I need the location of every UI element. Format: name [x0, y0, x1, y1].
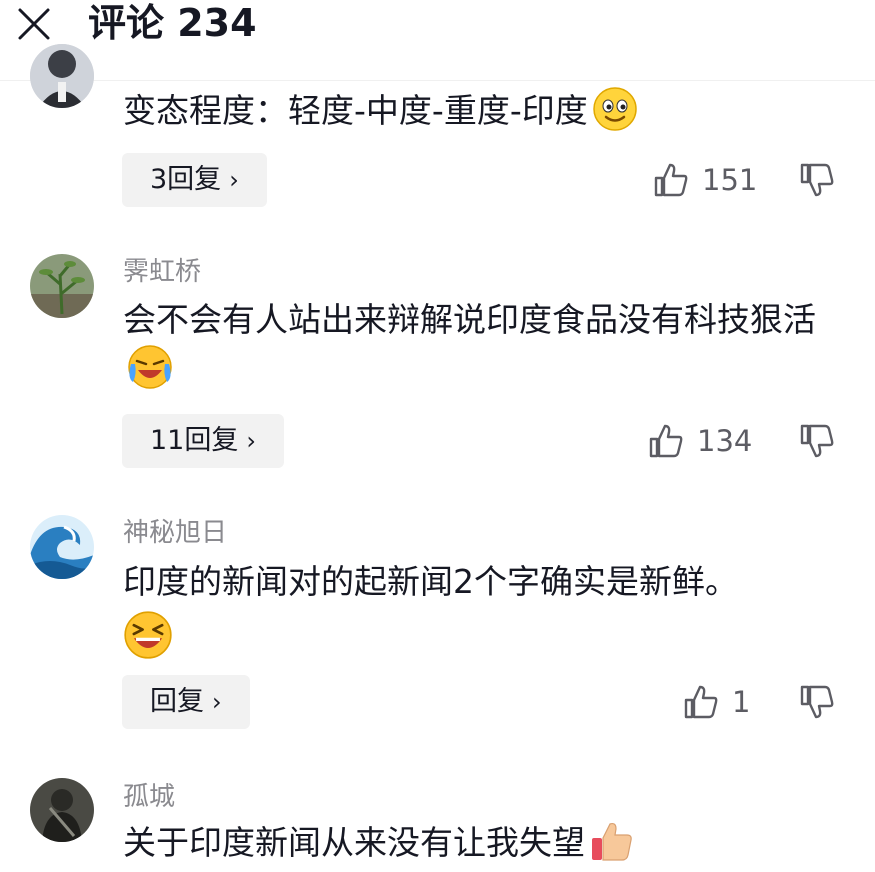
- close-icon[interactable]: [16, 6, 52, 42]
- chevron-right-icon: ›: [246, 427, 256, 455]
- comments-header: 评论 234: [0, 0, 875, 81]
- like-button[interactable]: 134: [647, 418, 752, 464]
- avatar-person-icon: [30, 44, 94, 108]
- chevron-right-icon: ›: [212, 688, 222, 716]
- page-title: 评论 234: [88, 1, 257, 45]
- like-count: 151: [702, 163, 758, 197]
- thumbs-down-icon[interactable]: [798, 422, 836, 460]
- avatar-warrior-icon: [30, 778, 94, 842]
- thumbs-up-icon: [654, 163, 688, 197]
- reply-label: 回复: [150, 686, 204, 717]
- reply-button[interactable]: 回复 ›: [122, 675, 250, 729]
- username[interactable]: 神秘旭日: [123, 518, 227, 548]
- reply-button[interactable]: 3回复 ›: [122, 153, 267, 207]
- reply-label: 3回复: [150, 164, 222, 195]
- avatar[interactable]: [30, 44, 94, 108]
- thumbs-up-icon: [684, 685, 718, 719]
- like-button[interactable]: 1: [682, 679, 750, 725]
- avatar[interactable]: [30, 254, 94, 318]
- reply-label: 11回复: [150, 425, 239, 456]
- username[interactable]: 孤城: [123, 782, 175, 812]
- grin-emoji-icon: [592, 87, 637, 131]
- laugh-cry-emoji-icon: [128, 345, 172, 389]
- avatar-plant-icon: [30, 254, 94, 318]
- reply-button[interactable]: 11回复 ›: [122, 414, 284, 468]
- avatar[interactable]: [30, 778, 94, 842]
- thumbs-down-icon[interactable]: [798, 683, 836, 721]
- comment-text: 关于印度新闻从来没有让我失望: [123, 818, 833, 867]
- grinning-squint-emoji-icon: [124, 611, 172, 659]
- comment-text: 会不会有人站出来辩解说印度食品没有科技狠活: [123, 296, 833, 393]
- like-count: 134: [697, 424, 753, 458]
- chevron-right-icon: ›: [229, 166, 239, 194]
- thumbs-down-icon[interactable]: [798, 161, 836, 199]
- comment-text: 印度的新闻对的起新闻2个字确实是新鲜。: [123, 562, 738, 601]
- thumbs-up-emoji-icon: [592, 822, 632, 861]
- username[interactable]: 霁虹桥: [123, 257, 201, 287]
- like-count: 1: [732, 685, 751, 719]
- avatar[interactable]: [30, 515, 94, 579]
- like-button[interactable]: 151: [652, 157, 757, 203]
- thumbs-up-icon: [649, 424, 683, 458]
- comment-text: 变态程度：轻度-中度-重度-印度: [123, 86, 833, 135]
- avatar-wave-icon: [30, 515, 94, 579]
